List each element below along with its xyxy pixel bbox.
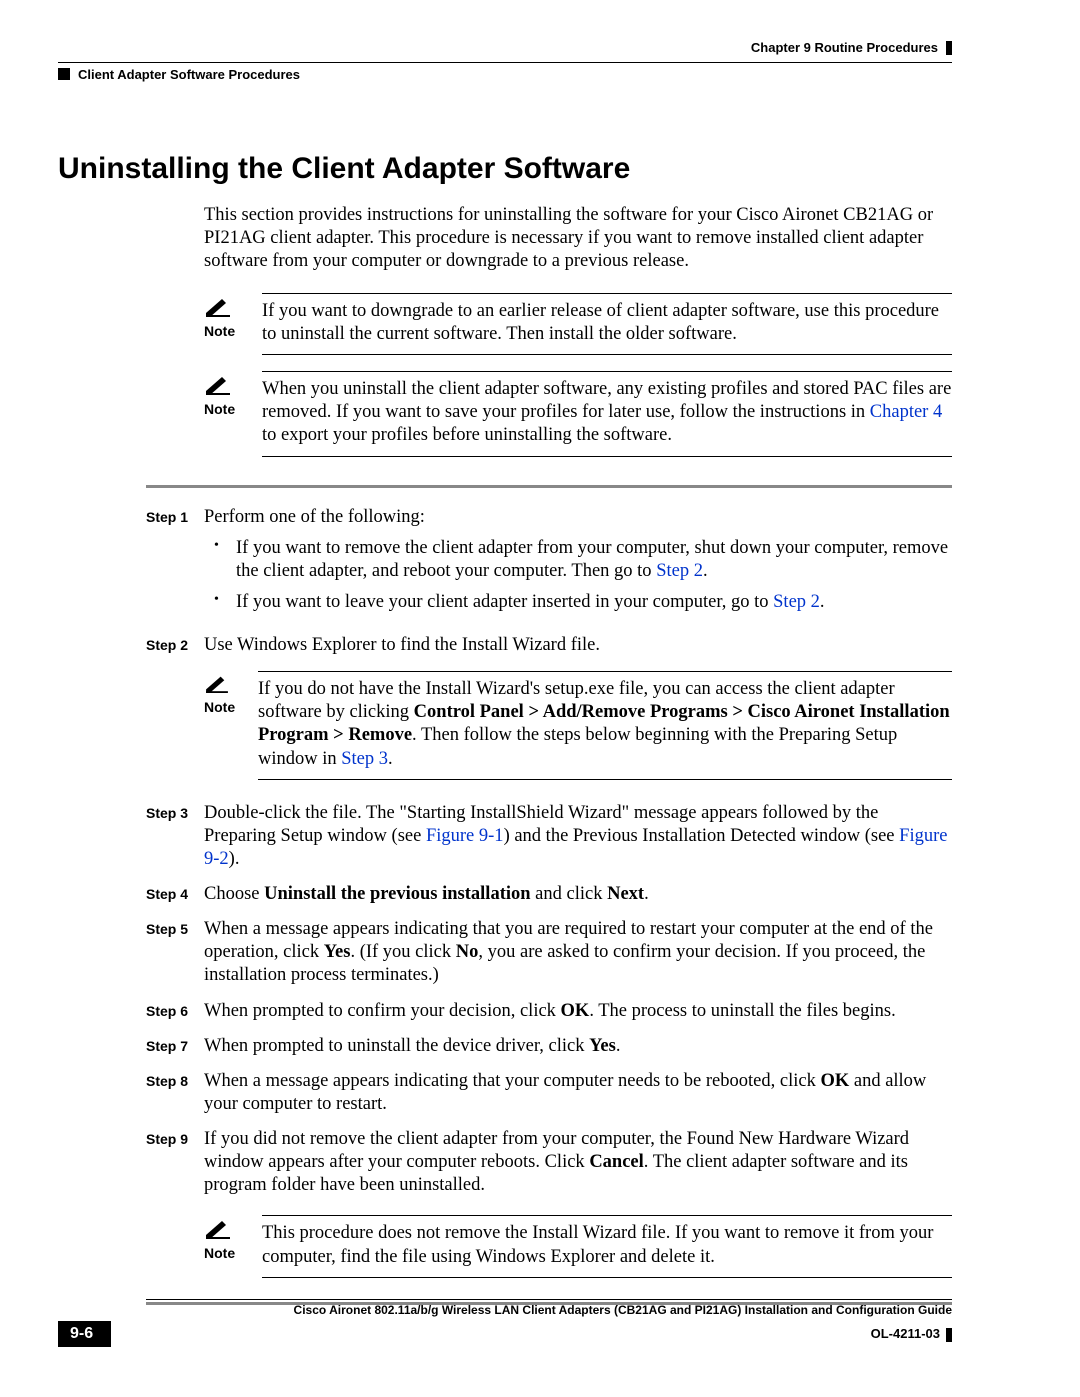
header-chapter: Chapter 9 Routine Procedures [58, 40, 952, 56]
step-8-text: When a message appears indicating that y… [204, 1070, 952, 1116]
step-label: Step 9 [146, 1128, 204, 1197]
note-block-3: Note If you do not have the Install Wiza… [204, 671, 952, 780]
section-square-icon [58, 68, 70, 80]
step-label: Step 4 [146, 883, 204, 906]
note-icon [204, 673, 230, 693]
step-9-text: If you did not remove the client adapter… [204, 1128, 952, 1197]
note-body-4: This procedure does not remove the Insta… [262, 1215, 952, 1277]
doc-number: OL-4211-03 [871, 1326, 952, 1342]
link-chapter-4[interactable]: Chapter 4 [870, 402, 942, 422]
header-section-row: Client Adapter Software Procedures [58, 62, 952, 82]
header-marker-icon [946, 41, 952, 55]
note-block-4: Note This procedure does not remove the … [204, 1215, 952, 1277]
step-1-lead: Perform one of the following: [204, 506, 952, 529]
note-label: Note [204, 699, 258, 717]
note-label: Note [204, 323, 262, 339]
note-icon [204, 373, 232, 395]
step-8: Step 8 When a message appears indicating… [146, 1070, 952, 1116]
intro-paragraph: This section provides instructions for u… [204, 204, 952, 273]
step-6: Step 6 When prompted to confirm your dec… [146, 1000, 952, 1023]
note-icon [204, 1217, 232, 1239]
note-body-3: If you do not have the Install Wizard's … [258, 671, 952, 780]
link-step-2b[interactable]: Step 2 [773, 592, 820, 612]
step-3-text: Double-click the file. The "Starting Ins… [204, 802, 952, 871]
header-section: Client Adapter Software Procedures [78, 67, 300, 82]
note-body-1: If you want to downgrade to an earlier r… [262, 293, 952, 355]
step-2: Step 2 Use Windows Explorer to find the … [146, 634, 952, 780]
link-step-2a[interactable]: Step 2 [656, 561, 703, 581]
step-label: Step 8 [146, 1070, 204, 1116]
note-block-1: Note If you want to downgrade to an earl… [204, 293, 952, 355]
step-label: Step 6 [146, 1000, 204, 1023]
step-label: Step 5 [146, 918, 204, 987]
step-5: Step 5 When a message appears indicating… [146, 918, 952, 987]
note-block-2: Note When you uninstall the client adapt… [204, 371, 952, 456]
step-2-text: Use Windows Explorer to find the Install… [204, 634, 952, 657]
note-label: Note [204, 1245, 262, 1261]
note-body-2: When you uninstall the client adapter so… [262, 371, 952, 456]
note-label: Note [204, 401, 262, 417]
footer-marker-icon [946, 1328, 952, 1342]
step-4-text: Choose Uninstall the previous installati… [204, 883, 952, 906]
footer-guide-title: Cisco Aironet 802.11a/b/g Wireless LAN C… [146, 1299, 952, 1317]
step-3: Step 3 Double-click the file. The "Start… [146, 802, 952, 871]
page-number: 9-6 [58, 1321, 111, 1347]
step-label: Step 7 [146, 1035, 204, 1058]
step-5-text: When a message appears indicating that y… [204, 918, 952, 987]
step-1-bullet-1: If you want to remove the client adapter… [228, 537, 952, 583]
step-9: Step 9 If you did not remove the client … [146, 1128, 952, 1197]
step-6-text: When prompted to confirm your decision, … [204, 1000, 952, 1023]
page-footer: Cisco Aironet 802.11a/b/g Wireless LAN C… [58, 1299, 952, 1347]
page-title: Uninstalling the Client Adapter Software [58, 152, 952, 186]
step-7-text: When prompted to uninstall the device dr… [204, 1035, 952, 1058]
step-7: Step 7 When prompted to uninstall the de… [146, 1035, 952, 1058]
link-step-3[interactable]: Step 3 [341, 749, 388, 769]
step-1: Step 1 Perform one of the following: If … [146, 506, 952, 623]
step-label: Step 2 [146, 634, 204, 780]
link-figure-9-1[interactable]: Figure 9-1 [426, 826, 504, 846]
step-label: Step 1 [146, 506, 204, 623]
step-1-bullet-2: If you want to leave your client adapter… [228, 591, 952, 614]
step-label: Step 3 [146, 802, 204, 871]
note-icon [204, 295, 232, 317]
step-4: Step 4 Choose Uninstall the previous ins… [146, 883, 952, 906]
section-rule [146, 485, 952, 488]
